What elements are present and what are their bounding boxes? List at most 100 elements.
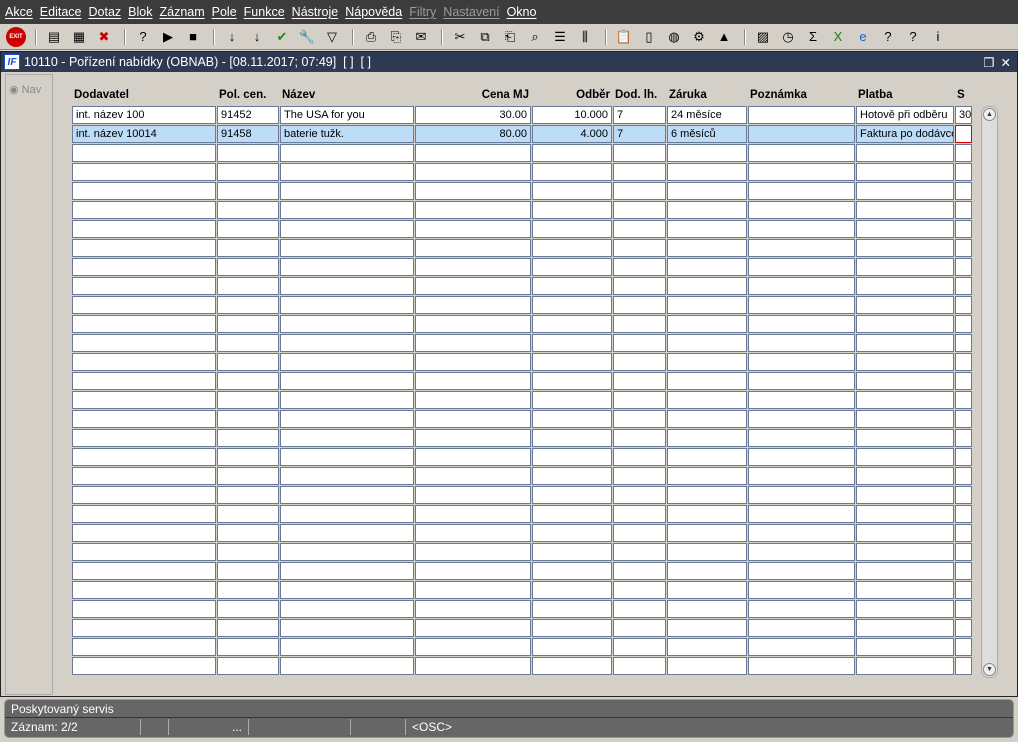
- cell-input[interactable]: [415, 657, 531, 675]
- zoom-icon[interactable]: ⌕: [524, 27, 546, 47]
- info-icon[interactable]: i: [927, 27, 949, 47]
- scroll-up-icon[interactable]: ▲: [983, 108, 996, 121]
- cell-input[interactable]: [955, 600, 972, 618]
- cell-input[interactable]: [532, 600, 612, 618]
- cell-input[interactable]: 24 měsíce: [667, 106, 747, 124]
- cell-input[interactable]: [532, 410, 612, 428]
- cell-input[interactable]: [667, 505, 747, 523]
- cell-input[interactable]: [613, 505, 666, 523]
- cell-input[interactable]: 7: [613, 106, 666, 124]
- cell-input[interactable]: [667, 163, 747, 181]
- menu-11[interactable]: Okno: [507, 5, 537, 19]
- cell-input[interactable]: [613, 258, 666, 276]
- cell-input[interactable]: [955, 315, 972, 333]
- menu-7[interactable]: Nástroje: [292, 5, 339, 19]
- cell-input[interactable]: [748, 467, 855, 485]
- cell-input[interactable]: [532, 448, 612, 466]
- new-mail-icon[interactable]: ✉: [410, 27, 432, 47]
- warning-icon[interactable]: ▲: [713, 27, 735, 47]
- filter-icon[interactable]: ▽: [321, 27, 343, 47]
- insert-record-icon[interactable]: ▤: [43, 27, 65, 47]
- cell-input[interactable]: [955, 239, 972, 257]
- cell-input[interactable]: [217, 638, 279, 656]
- cell-input[interactable]: [217, 334, 279, 352]
- menu-6[interactable]: Funkce: [244, 5, 285, 19]
- cell-input[interactable]: [532, 391, 612, 409]
- cell-input[interactable]: [748, 391, 855, 409]
- cell-input[interactable]: [955, 277, 972, 295]
- cell-input[interactable]: [280, 258, 414, 276]
- cell-input[interactable]: [748, 125, 855, 143]
- cell-input[interactable]: [72, 296, 216, 314]
- cell-input[interactable]: [415, 543, 531, 561]
- cell-input[interactable]: [613, 182, 666, 200]
- cancel-query-icon[interactable]: ■: [182, 27, 204, 47]
- cell-input[interactable]: [955, 486, 972, 504]
- cell-input[interactable]: [415, 258, 531, 276]
- cell-input[interactable]: [280, 581, 414, 599]
- cell-input[interactable]: [280, 505, 414, 523]
- cell-input[interactable]: [532, 353, 612, 371]
- cell-input[interactable]: [955, 619, 972, 637]
- print-icon[interactable]: ⎙: [360, 27, 382, 47]
- delete-record-icon[interactable]: ✖: [93, 27, 115, 47]
- cell-input[interactable]: [667, 448, 747, 466]
- cell-input[interactable]: [667, 315, 747, 333]
- cell-input[interactable]: [217, 296, 279, 314]
- cell-input[interactable]: [532, 277, 612, 295]
- cell-input[interactable]: [856, 258, 954, 276]
- cell-input[interactable]: [217, 182, 279, 200]
- cell-input[interactable]: [280, 296, 414, 314]
- cell-input[interactable]: [748, 201, 855, 219]
- cell-input[interactable]: [613, 429, 666, 447]
- cell-input[interactable]: [613, 581, 666, 599]
- commit-check-icon[interactable]: ✔: [271, 27, 293, 47]
- cell-input[interactable]: [613, 144, 666, 162]
- cell-input[interactable]: [667, 562, 747, 580]
- cell-input[interactable]: [280, 524, 414, 542]
- cell-input[interactable]: [955, 334, 972, 352]
- cell-input[interactable]: [613, 239, 666, 257]
- cell-input[interactable]: [955, 353, 972, 371]
- cell-input[interactable]: [532, 258, 612, 276]
- cell-input[interactable]: [613, 163, 666, 181]
- cell-input[interactable]: [415, 429, 531, 447]
- cell-input[interactable]: [280, 562, 414, 580]
- cell-input[interactable]: [748, 524, 855, 542]
- cell-input[interactable]: [613, 334, 666, 352]
- wrench-icon[interactable]: 🔧: [296, 27, 318, 47]
- cell-input[interactable]: [613, 638, 666, 656]
- cell-input[interactable]: [532, 315, 612, 333]
- cell-input[interactable]: [856, 315, 954, 333]
- cell-input[interactable]: [415, 486, 531, 504]
- cell-input[interactable]: [72, 467, 216, 485]
- cell-input[interactable]: 91452: [217, 106, 279, 124]
- cell-input[interactable]: [280, 410, 414, 428]
- cell-input[interactable]: [415, 467, 531, 485]
- cell-input[interactable]: int. název 100: [72, 106, 216, 124]
- list-icon[interactable]: ☰: [549, 27, 571, 47]
- cell-input[interactable]: [532, 144, 612, 162]
- cell-input[interactable]: [748, 353, 855, 371]
- cell-input[interactable]: [748, 657, 855, 675]
- cell-input[interactable]: [217, 448, 279, 466]
- cell-input[interactable]: [280, 448, 414, 466]
- cell-input[interactable]: The USA for you: [280, 106, 414, 124]
- cell-input[interactable]: [217, 391, 279, 409]
- cell-input[interactable]: [856, 220, 954, 238]
- cell-input[interactable]: [280, 391, 414, 409]
- cell-input[interactable]: [856, 334, 954, 352]
- cell-input[interactable]: [856, 448, 954, 466]
- cell-input[interactable]: [532, 581, 612, 599]
- cell-input[interactable]: [532, 182, 612, 200]
- cell-input[interactable]: [856, 505, 954, 523]
- cell-input[interactable]: [667, 524, 747, 542]
- cell-input[interactable]: [613, 410, 666, 428]
- cell-input[interactable]: [217, 581, 279, 599]
- cell-input[interactable]: [280, 182, 414, 200]
- cell-input[interactable]: [856, 163, 954, 181]
- cell-input[interactable]: [532, 562, 612, 580]
- cell-input[interactable]: [280, 201, 414, 219]
- cell-input[interactable]: [667, 296, 747, 314]
- cell-input[interactable]: [72, 524, 216, 542]
